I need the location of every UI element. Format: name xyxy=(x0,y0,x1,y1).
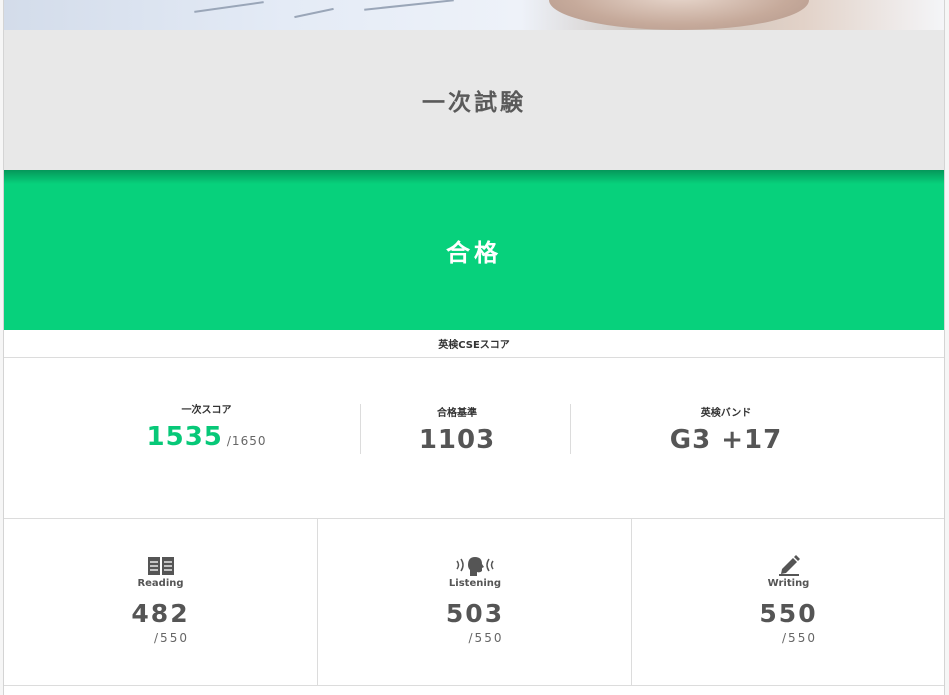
skill-max: /550 xyxy=(782,631,817,645)
book-icon xyxy=(147,552,175,576)
skill-score: 550 xyxy=(759,599,818,628)
pass-line-value: 1103 xyxy=(418,425,496,455)
skill-max: /550 xyxy=(468,631,504,645)
pass-line-label: 合格基準 xyxy=(437,408,477,419)
speaking-head-icon xyxy=(453,552,497,576)
score-summary: 一次スコア 1535/1650 合格基準 1103 英検バンド G3 +17 xyxy=(4,358,944,519)
exam-title: 一次試験 xyxy=(422,90,526,116)
result-status: 合格 xyxy=(446,238,502,267)
band-block: 英検バンド G3 +17 xyxy=(656,404,796,455)
summary-divider xyxy=(360,404,361,454)
cse-score-label: 英検CSEスコア xyxy=(438,340,510,351)
exam-section-header: 一次試験 xyxy=(4,30,944,170)
score-report: 一次試験 合格 英検CSEスコア 一次スコア 1535/1650 合格基準 11… xyxy=(3,0,945,695)
summary-divider xyxy=(570,404,571,454)
skill-writing: Writing 550 /550 xyxy=(631,519,944,685)
skill-score: 482 xyxy=(131,599,190,628)
cse-score-header: 英検CSEスコア xyxy=(4,330,944,358)
hero-banner-image xyxy=(4,0,944,30)
band-value: G3 +17 xyxy=(669,425,783,455)
band-label: 英検バンド xyxy=(700,408,752,419)
first-score-value-row: 1535/1650 xyxy=(147,422,267,452)
skill-listening: Listening 503 /550 xyxy=(317,519,632,685)
first-score-label: 一次スコア xyxy=(181,405,232,416)
result-banner: 合格 xyxy=(4,170,944,330)
skill-scores: Reading 482 /550 Listening 503 /550 Writ… xyxy=(4,519,944,686)
skill-score: 503 xyxy=(445,599,505,628)
pass-line-block: 合格基準 1103 xyxy=(397,404,517,455)
skill-name: Listening xyxy=(448,578,502,589)
first-score-block: 一次スコア 1535/1650 xyxy=(144,401,269,452)
skill-reading: Reading 482 /550 xyxy=(4,519,317,685)
skill-name: Writing xyxy=(767,578,810,589)
pencil-icon xyxy=(777,552,801,576)
skill-name: Reading xyxy=(137,578,184,589)
first-score-value: 1535 xyxy=(146,422,223,452)
skill-max: /550 xyxy=(154,631,189,645)
first-score-max: /1650 xyxy=(226,434,267,448)
